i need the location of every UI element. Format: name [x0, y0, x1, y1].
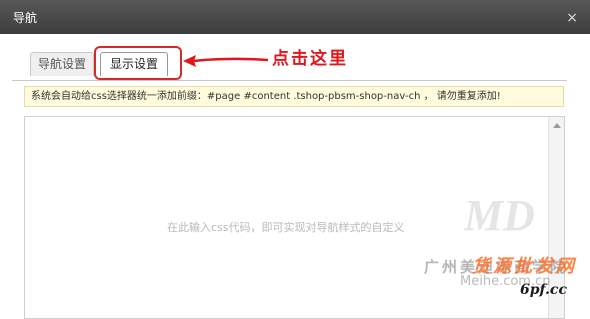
- tab-divider: [12, 80, 567, 81]
- css-editor[interactable]: 在此输入css代码，即可实现对导航样式的自定义: [24, 116, 565, 319]
- dialog-title: 导航: [13, 11, 38, 25]
- tab-nav-settings[interactable]: 导航设置: [30, 52, 94, 76]
- dialog-titlebar: 导航 ×: [0, 0, 590, 34]
- annotation-click-here: 点击这里: [272, 49, 348, 69]
- dialog: 导航 × 导航设置 显示设置 点击这里 系统会自动给css选择器统一添加前缀：#…: [0, 0, 590, 319]
- css-editor-placeholder: 在此输入css代码，即可实现对导航样式的自定义: [167, 221, 405, 234]
- scroll-up-icon[interactable]: [553, 123, 561, 128]
- editor-scrollbar[interactable]: [548, 117, 564, 318]
- close-icon[interactable]: ×: [566, 11, 578, 25]
- tab-highlight-box: [94, 46, 182, 80]
- notice-bar: 系统会自动给css选择器统一添加前缀：#page #content .tshop…: [24, 86, 564, 107]
- red-arrow-icon: [183, 55, 269, 67]
